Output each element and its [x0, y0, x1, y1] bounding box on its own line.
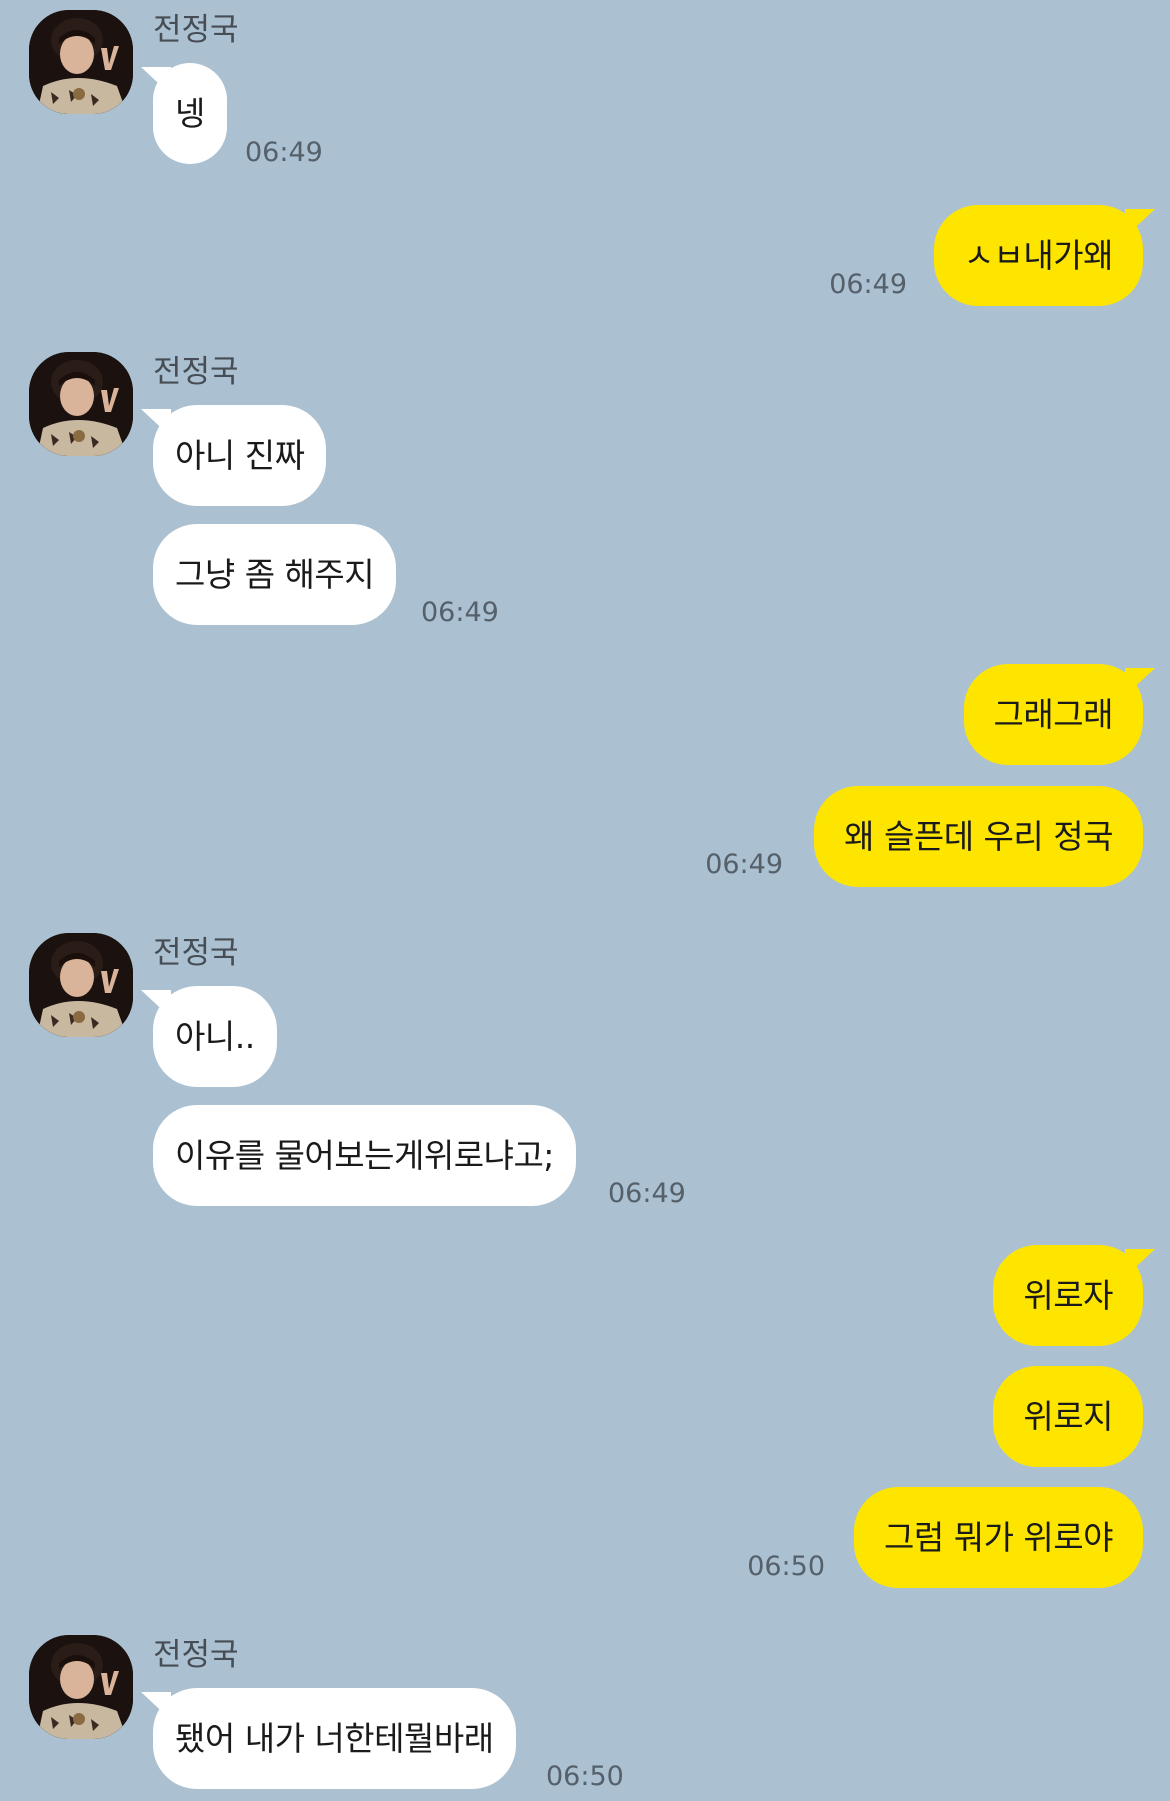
message-text: 그래그래 — [993, 695, 1114, 734]
message-text: 아니.. — [175, 1017, 255, 1056]
chat-area[interactable]: 전정국 넹 06:49 ㅅㅂ내가왜 06:49 전정국 아니 진짜 그냥 좀 해… — [0, 0, 1170, 1801]
message-bubble[interactable]: 그럼 뭐가 위로야 — [854, 1487, 1143, 1588]
message-bubble[interactable]: ㅅㅂ내가왜 — [933, 205, 1155, 306]
message-timestamp: 06:49 — [421, 597, 499, 628]
message-bubble[interactable]: 이유를 물어보는게위로냐고; — [153, 1105, 576, 1206]
message-text: 됐어 내가 너한테뭘바래 — [175, 1719, 494, 1758]
bubble-tail — [1125, 668, 1155, 696]
message-timestamp: 06:49 — [829, 269, 907, 300]
message-text: 그냥 좀 해주지 — [175, 555, 375, 594]
message-text: 왜 슬픈데 우리 정국 — [844, 817, 1113, 856]
message-timestamp: 06:50 — [747, 1551, 825, 1582]
message-text: ㅅㅂ내가왜 — [963, 236, 1114, 275]
message-bubble[interactable]: 그래그래 — [963, 664, 1155, 765]
bubble-tail — [1125, 1249, 1155, 1277]
message-text: 위로지 — [1023, 1397, 1113, 1436]
message-text: 넹 — [175, 94, 205, 133]
message-timestamp: 06:49 — [245, 137, 323, 168]
avatar[interactable] — [29, 933, 133, 1037]
bubble-tail — [141, 67, 171, 95]
message-bubble[interactable]: 위로자 — [993, 1245, 1155, 1346]
avatar[interactable] — [29, 1635, 133, 1739]
message-bubble[interactable]: 위로지 — [993, 1366, 1143, 1467]
message-timestamp: 06:49 — [608, 1178, 686, 1209]
message-text: 아니 진짜 — [175, 436, 305, 475]
bubble-tail — [141, 409, 171, 437]
avatar[interactable] — [29, 10, 133, 114]
message-bubble[interactable]: 그냥 좀 해주지 — [153, 524, 397, 625]
bubble-tail — [141, 990, 171, 1018]
message-timestamp: 06:49 — [705, 849, 783, 880]
message-bubble[interactable]: 아니 진짜 — [141, 405, 327, 506]
message-bubble[interactable]: 됐어 내가 너한테뭘바래 — [141, 1688, 516, 1789]
sender-name: 전정국 — [153, 935, 239, 971]
avatar[interactable] — [29, 352, 133, 456]
message-text: 그럼 뭐가 위로야 — [884, 1518, 1114, 1557]
sender-name: 전정국 — [153, 12, 239, 48]
bubble-tail — [141, 1692, 171, 1720]
message-bubble[interactable]: 아니.. — [141, 986, 277, 1087]
message-bubble[interactable]: 왜 슬픈데 우리 정국 — [814, 786, 1143, 887]
message-text: 위로자 — [1023, 1276, 1113, 1315]
message-text: 이유를 물어보는게위로냐고; — [175, 1136, 554, 1175]
message-timestamp: 06:50 — [546, 1761, 624, 1792]
message-bubble[interactable]: 넹 — [141, 63, 227, 164]
sender-name: 전정국 — [153, 354, 239, 390]
bubble-tail — [1125, 209, 1155, 237]
sender-name: 전정국 — [153, 1637, 239, 1673]
